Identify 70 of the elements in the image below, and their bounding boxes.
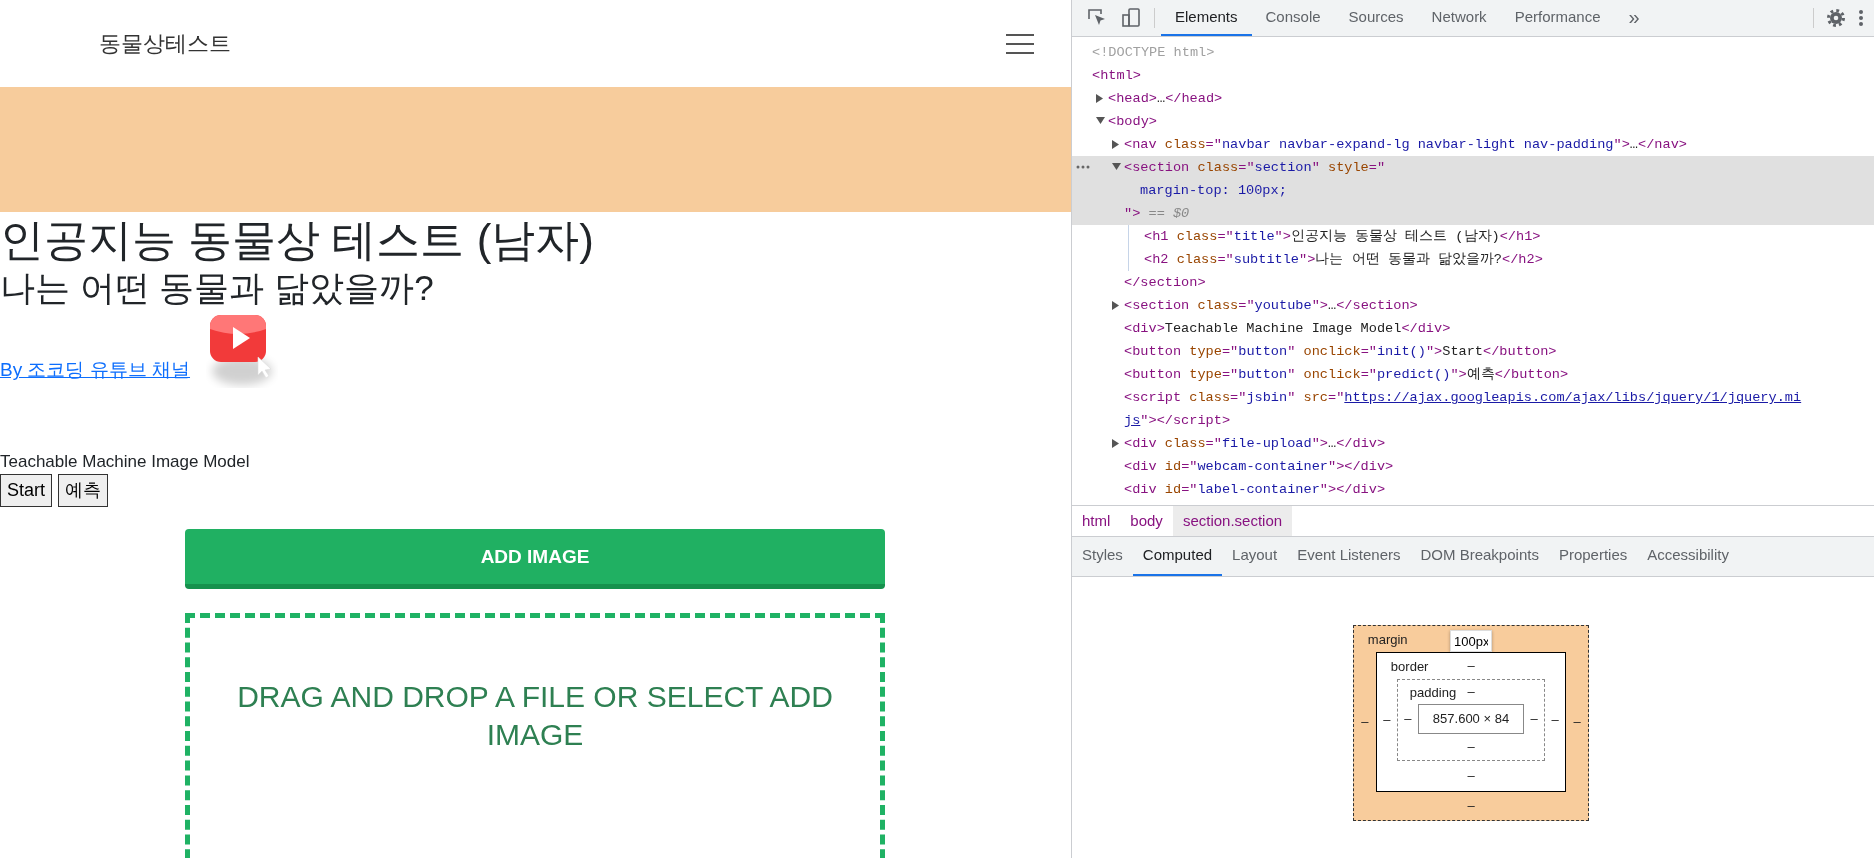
box-value: – bbox=[1361, 713, 1369, 731]
box-value: – bbox=[1404, 710, 1412, 728]
code-line[interactable]: <script class="jsbin" src="https://ajax.googleapis.com/ajax/libs/jquery/1/jquery.mi bbox=[1124, 386, 1802, 409]
box-value: – bbox=[1467, 657, 1475, 676]
box-value: – bbox=[1467, 766, 1475, 785]
code-line[interactable]: </section> bbox=[1124, 271, 1206, 294]
box-label: border bbox=[1390, 658, 1429, 676]
disclosure-triangle-icon[interactable] bbox=[1112, 163, 1121, 171]
disclosure-triangle-icon[interactable] bbox=[1112, 140, 1120, 149]
code-line[interactable]: <h1 class="title">인공지능 동물상 테스트 (남자)</h1> bbox=[1144, 225, 1541, 248]
drop-zone-text: DRAG AND DROP A FILE OR SELECT ADD IMAGE bbox=[236, 679, 834, 753]
box-value: – bbox=[1467, 683, 1475, 702]
box-label: margin bbox=[1367, 631, 1408, 649]
model-label: Teachable Machine Image Model bbox=[0, 450, 251, 473]
disclosure-triangle-icon[interactable] bbox=[1096, 117, 1105, 125]
menu-icon[interactable] bbox=[1005, 32, 1035, 55]
box-value: – bbox=[1467, 737, 1475, 756]
box-label: padding bbox=[1409, 684, 1457, 702]
action-button[interactable]: 예측 bbox=[58, 474, 108, 508]
content-size-box: 857.600 × 84 bbox=[1417, 704, 1525, 734]
panel-tab[interactable]: Console bbox=[1251, 0, 1335, 36]
panel-tab[interactable]: Elements bbox=[1161, 0, 1252, 36]
code-line[interactable]: <div id="label-container"></div> bbox=[1124, 478, 1386, 501]
panel-tab[interactable]: Accessibility bbox=[1637, 537, 1739, 576]
disclosure-triangle-icon[interactable] bbox=[1112, 301, 1120, 310]
channel-link[interactable]: By 조코딩 유튜브 채널 bbox=[0, 356, 190, 385]
disclosure-triangle-icon[interactable] bbox=[1096, 94, 1104, 103]
box-value: – bbox=[1573, 713, 1581, 731]
code-line[interactable]: js"></script> bbox=[1124, 409, 1802, 432]
code-line[interactable]: <div>Teachable Machine Image Model</div> bbox=[1124, 317, 1451, 340]
code-line[interactable]: "> == $0 bbox=[1124, 202, 1386, 225]
panel-tab[interactable]: Event Listeners bbox=[1287, 537, 1411, 576]
disclosure-triangle-icon[interactable] bbox=[1112, 439, 1120, 448]
panel-tab[interactable]: Performance bbox=[1500, 0, 1615, 36]
panel-tab[interactable]: Styles bbox=[1072, 537, 1133, 576]
breadcrumb-item[interactable]: section.section bbox=[1172, 506, 1293, 536]
drop-zone[interactable]: DRAG AND DROP A FILE OR SELECT ADD IMAGE bbox=[185, 613, 885, 858]
settings-icon[interactable] bbox=[1826, 8, 1846, 28]
box-value: – bbox=[1551, 711, 1559, 729]
panel-tab[interactable]: Properties bbox=[1548, 537, 1638, 576]
code-line[interactable]: <button type="button" onclick="init()">Start</button> bbox=[1124, 340, 1557, 363]
code-line[interactable]: <head>…</head> bbox=[1108, 87, 1223, 110]
page-subtitle: 나는 어떤 동물과 닮았을까? bbox=[0, 266, 435, 309]
code-line[interactable]: margin-top: 100px; bbox=[1124, 179, 1386, 202]
code-line[interactable]: <h2 class="subtitle">나는 어떤 동물과 닮았을까?</h2> bbox=[1144, 248, 1543, 271]
panel-tab[interactable]: Sources bbox=[1334, 0, 1418, 36]
breadcrumb-item[interactable]: body bbox=[1120, 506, 1173, 536]
brand-link[interactable]: 동물상테스트 bbox=[99, 27, 231, 60]
code-line[interactable]: <section class="youtube">…</section> bbox=[1124, 294, 1418, 317]
device-toolbar-icon[interactable] bbox=[1120, 7, 1142, 29]
panel-tab[interactable]: Layout bbox=[1222, 537, 1288, 576]
code-line[interactable]: <div id="webcam-container"></div> bbox=[1124, 455, 1394, 478]
page-title: 인공지능 동물상 테스트 (남자) bbox=[0, 214, 595, 266]
code-line[interactable]: <nav class="navbar navbar-expand-lg navbar-light nav-padding">…</nav> bbox=[1124, 133, 1687, 156]
code-line[interactable]: <div class="file-upload">…</div> bbox=[1124, 432, 1386, 455]
panel-tab[interactable]: Computed bbox=[1132, 537, 1223, 576]
box-value: – bbox=[1530, 710, 1538, 728]
code-line[interactable]: <button type="button" onclick="predict()">예측</button> bbox=[1124, 363, 1569, 386]
more-icon[interactable] bbox=[1076, 165, 1090, 169]
box-value: – bbox=[1383, 711, 1391, 729]
breadcrumb-item[interactable]: html bbox=[1072, 506, 1121, 536]
action-button[interactable]: Start bbox=[0, 474, 52, 508]
more-options-icon[interactable] bbox=[1858, 9, 1864, 27]
panel-tab[interactable]: DOM Breakpoints bbox=[1410, 537, 1549, 576]
code-line[interactable]: <section class="section" style=" bbox=[1124, 156, 1386, 179]
code-line[interactable]: <html> bbox=[1092, 64, 1141, 87]
panel-tab[interactable]: Network bbox=[1417, 0, 1501, 36]
code-line[interactable]: <body> bbox=[1108, 110, 1157, 133]
box-value: – bbox=[1467, 796, 1475, 815]
more-tabs-button[interactable]: » bbox=[1614, 0, 1654, 36]
